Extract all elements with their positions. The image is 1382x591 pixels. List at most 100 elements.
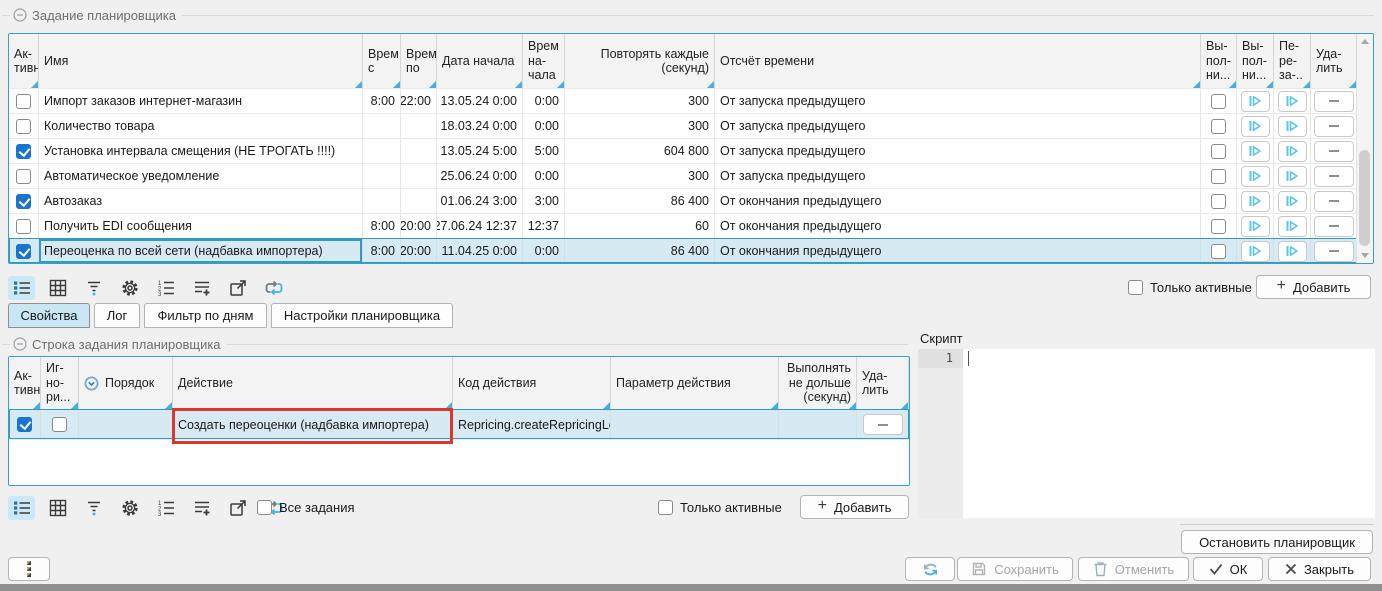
delete-row-button[interactable]: [863, 414, 903, 435]
cell-timing-mode[interactable]: От запуска предыдущего: [715, 89, 1201, 113]
col-header-action[interactable]: Действие: [173, 357, 453, 409]
cell-time-from[interactable]: 8:00: [363, 89, 401, 113]
col-header-action-param[interactable]: Параметр действия: [611, 357, 779, 409]
delete-row-button[interactable]: [1314, 241, 1354, 262]
cell-timing-mode[interactable]: От запуска предыдущего: [715, 164, 1201, 188]
cell-delete[interactable]: [1311, 89, 1357, 113]
col-header-max-duration[interactable]: Выполнять не дольше (секунд): [779, 357, 857, 409]
open-in-new-button[interactable]: [224, 496, 251, 520]
cell-start-time[interactable]: 0:00: [523, 89, 565, 113]
cell-execute[interactable]: [1237, 189, 1274, 213]
cell-timing-mode[interactable]: От окончания предыдущего: [715, 189, 1201, 213]
cell-action-param[interactable]: [611, 410, 779, 439]
cell-name[interactable]: Переоценка по всей сети (надбавка импорт…: [39, 239, 363, 263]
cell-timing-mode[interactable]: От запуска предыдущего: [715, 139, 1201, 163]
cell-time-to[interactable]: 20:00: [401, 214, 437, 238]
cell-repeat-seconds[interactable]: 300: [565, 164, 715, 188]
list-view-button[interactable]: [8, 496, 35, 520]
table-row[interactable]: Автозаказ01.06.24 3:003:0086 400От оконч…: [9, 188, 1373, 213]
col-header-active[interactable]: Ак- тивн: [9, 34, 39, 88]
row-checkbox-active[interactable]: [16, 219, 31, 234]
execute-button[interactable]: [1241, 141, 1270, 162]
cell-delete[interactable]: [1311, 164, 1357, 188]
cell-active[interactable]: [9, 214, 39, 238]
tab-1[interactable]: Свойства: [8, 303, 90, 328]
col-header-order[interactable]: Порядок: [79, 357, 173, 409]
tab-3[interactable]: Фильтр по дням: [144, 303, 267, 328]
ok-button[interactable]: ОК: [1193, 557, 1263, 581]
rerun-button[interactable]: [1278, 166, 1307, 187]
cell-name[interactable]: Установка интервала смещения (НЕ ТРОГАТЬ…: [39, 139, 363, 163]
row-checkbox-active[interactable]: [16, 144, 31, 159]
delete-row-button[interactable]: [1314, 141, 1354, 162]
cell-delete[interactable]: [1311, 114, 1357, 138]
row-checkbox-active[interactable]: [16, 94, 31, 109]
col-header-start-time[interactable]: Врем на- чала: [523, 34, 565, 88]
open-in-new-button[interactable]: [224, 276, 251, 300]
tab-4[interactable]: Настройки планировщика: [271, 303, 453, 328]
row-checkbox-active[interactable]: [16, 119, 31, 134]
rerun-button[interactable]: [1278, 216, 1307, 237]
col-header-time-from[interactable]: Врем с: [363, 34, 401, 88]
add-task-line-button[interactable]: + Добавить: [800, 495, 909, 519]
add-row-button[interactable]: [188, 496, 215, 520]
cell-start-date[interactable]: 25.06.24 0:00: [437, 164, 523, 188]
col-header-ignore[interactable]: Иг- но- ри...: [41, 357, 79, 409]
cell-name[interactable]: Автозаказ: [39, 189, 363, 213]
cancel-button[interactable]: Отменить: [1078, 557, 1189, 581]
numbered-list-button[interactable]: 123: [152, 496, 179, 520]
cell-execute[interactable]: [1237, 164, 1274, 188]
row-checkbox-executed[interactable]: [1211, 219, 1226, 234]
cell-active[interactable]: [9, 114, 39, 138]
cell-executed[interactable]: [1201, 114, 1237, 138]
cell-active[interactable]: [9, 410, 41, 439]
cell-execute[interactable]: [1237, 239, 1274, 263]
cell-execute[interactable]: [1237, 139, 1274, 163]
delete-row-button[interactable]: [1314, 166, 1354, 187]
cell-active[interactable]: [9, 189, 39, 213]
cell-executed[interactable]: [1201, 164, 1237, 188]
cell-name[interactable]: Получить EDI сообщения: [39, 214, 363, 238]
collapse-icon[interactable]: [13, 8, 27, 22]
cell-rerun[interactable]: [1274, 189, 1311, 213]
cell-name[interactable]: Автоматическое уведомление: [39, 164, 363, 188]
cell-start-date[interactable]: 13.05.24 5:00: [437, 139, 523, 163]
cell-active[interactable]: [9, 89, 39, 113]
cell-start-date[interactable]: 01.06.24 3:00: [437, 189, 523, 213]
row-checkbox-executed[interactable]: [1211, 244, 1226, 259]
col-header-timing-mode[interactable]: Отсчёт времени: [715, 34, 1201, 88]
cell-repeat-seconds[interactable]: 300: [565, 89, 715, 113]
add-row-button[interactable]: [188, 276, 215, 300]
grid-view-button[interactable]: [44, 496, 71, 520]
table-row[interactable]: Импорт заказов интернет-магазин8:0022:00…: [9, 88, 1373, 113]
scrollbar-down-arrow[interactable]: [1357, 248, 1373, 263]
cell-execute[interactable]: [1237, 214, 1274, 238]
row-checkbox-active[interactable]: [16, 244, 31, 259]
table-row[interactable]: Количество товара18.03.24 0:000:00300От …: [9, 113, 1373, 138]
cell-executed[interactable]: [1201, 89, 1237, 113]
cell-start-date[interactable]: 18.03.24 0:00: [437, 114, 523, 138]
cell-order[interactable]: [79, 410, 173, 439]
cell-delete[interactable]: [1311, 189, 1357, 213]
row-checkbox-executed[interactable]: [1211, 119, 1226, 134]
cell-rerun[interactable]: [1274, 114, 1311, 138]
cell-action-code[interactable]: Repricing.createRepricingLeg...: [453, 410, 611, 439]
cell-time-from[interactable]: [363, 164, 401, 188]
cell-executed[interactable]: [1201, 239, 1237, 263]
cell-active[interactable]: [9, 239, 39, 263]
rerun-button[interactable]: [1278, 241, 1307, 262]
rerun-button[interactable]: [1278, 116, 1307, 137]
row-checkbox-ignore[interactable]: [52, 417, 67, 432]
cell-repeat-seconds[interactable]: 604 800: [565, 139, 715, 163]
rerun-button[interactable]: [1278, 91, 1307, 112]
cell-time-to[interactable]: [401, 164, 437, 188]
delete-row-button[interactable]: [1314, 191, 1354, 212]
row-checkbox-executed[interactable]: [1211, 169, 1226, 184]
cell-time-to[interactable]: [401, 114, 437, 138]
cell-delete[interactable]: [1311, 239, 1357, 263]
cell-timing-mode[interactable]: От запуска предыдущего: [715, 114, 1201, 138]
grid-view-button[interactable]: [44, 276, 71, 300]
filter-button[interactable]: [80, 276, 107, 300]
row-checkbox-active[interactable]: [16, 169, 31, 184]
col-header-execute[interactable]: Вы- пол- ни...: [1237, 34, 1274, 88]
